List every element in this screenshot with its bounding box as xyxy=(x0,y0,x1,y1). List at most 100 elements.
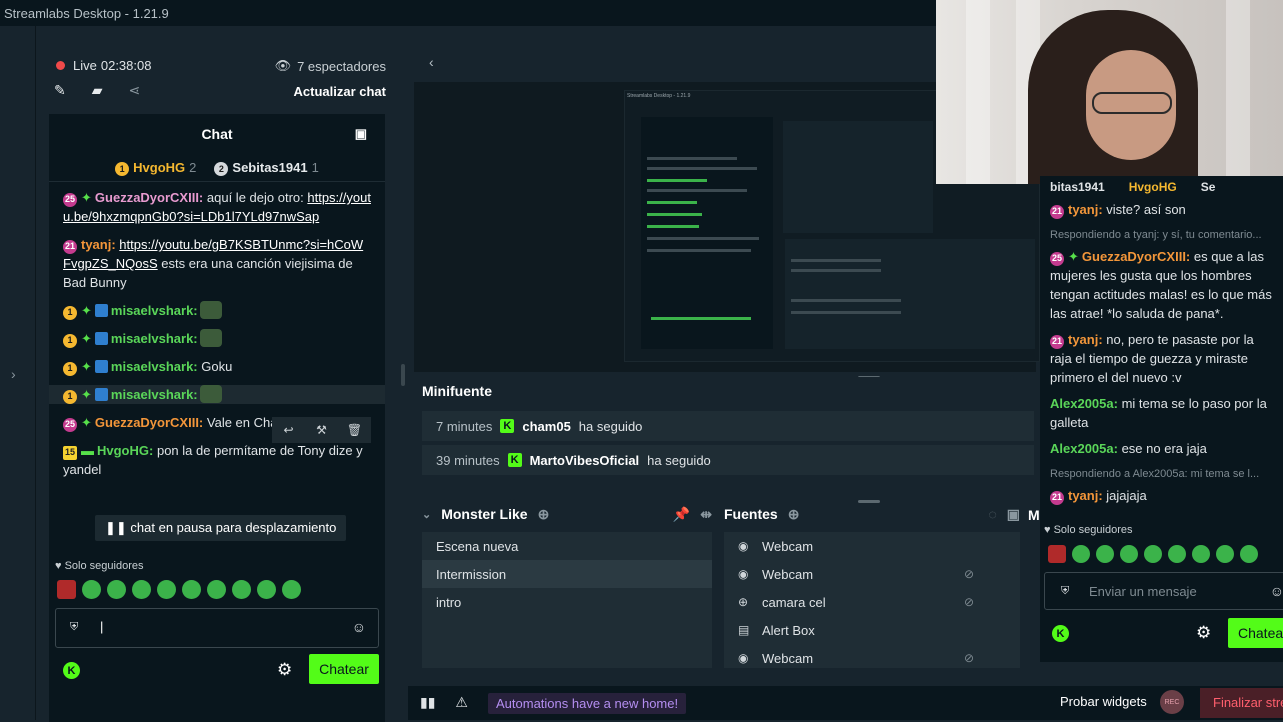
overlay-top-chatters: bitas1941 HvgoHG Se xyxy=(1050,180,1216,194)
emote-icon[interactable] xyxy=(82,580,101,599)
alert-icon: ▤ xyxy=(738,623,750,637)
sources-header: Fuentes ⊕ ◌ ▣ xyxy=(724,500,1020,528)
share-icon[interactable]: ⋖ xyxy=(129,82,141,99)
chat-message-list[interactable]: 25 ✦ GuezzaDyorCXIII: aquí le dejo otro: h… xyxy=(49,184,385,564)
popout-icon[interactable]: ▣ xyxy=(355,126,367,142)
live-time: 02:38:08 xyxy=(100,58,152,73)
source-item[interactable]: ◉ Webcam ⊘ xyxy=(724,560,1020,588)
sparkle-icon: ✦ xyxy=(81,331,92,346)
edit-icon[interactable]: ✎ xyxy=(54,82,66,99)
top-chatter[interactable]: 1 HvgoHG 2 xyxy=(115,160,196,176)
webcam-overlay xyxy=(936,0,1283,184)
automations-banner[interactable]: Automations have a new home! xyxy=(488,693,687,714)
update-chat-button[interactable]: Actualizar chat xyxy=(294,84,386,99)
chat-paused-notice[interactable]: ❚❚ chat en pausa para desplazamiento xyxy=(95,515,347,541)
chat-input[interactable]: ⛨ | ☺ xyxy=(55,608,379,648)
collapse-icon[interactable]: ⌄ xyxy=(422,508,431,521)
add-source-icon[interactable]: ⊕ xyxy=(788,506,800,523)
chat-message: 25 ✦ GuezzaDyorCXIII: aquí le dejo otro: h… xyxy=(63,190,371,224)
scene-collection-name[interactable]: Monster Like xyxy=(441,506,527,522)
emote-icon xyxy=(1216,545,1234,563)
alert-triangle-icon[interactable]: ⚠ xyxy=(455,694,468,711)
hide-icon[interactable]: ◌ xyxy=(988,506,996,522)
scene-item[interactable]: Intermission xyxy=(422,560,712,588)
kick-logo-icon: K xyxy=(63,662,80,679)
chat-header: Chat ▣ xyxy=(49,114,385,154)
camera-icon: ◉ xyxy=(738,539,749,553)
transition-icon[interactable]: ⇹ xyxy=(700,506,712,523)
emote-icon[interactable] xyxy=(57,580,76,599)
scene-item[interactable]: intro xyxy=(422,588,712,616)
source-list: ◉ Webcam ◉ Webcam ⊘ ⊕ camara cel ⊘ ▤ Alert Box… xyxy=(724,532,1020,668)
preview-panels-thumbnail xyxy=(785,239,1035,349)
source-item[interactable]: ◉ Webcam ⊘ xyxy=(724,644,1020,672)
chat-panel: Chat ▣ 1 HvgoHG 2 2 Sebitas1941 1 25 ✦ GuezzaD… xyxy=(49,114,385,722)
emoji-icon: ☺ xyxy=(1269,583,1283,599)
reply-context: Respondiendo a tyanj: y sí, tu comentari… xyxy=(1050,229,1262,241)
sources-title: Fuentes xyxy=(724,506,778,522)
top-chatter[interactable]: 2 Sebitas1941 1 xyxy=(214,160,319,176)
shield-icon: ⛨ xyxy=(70,621,79,633)
chat-title: Chat xyxy=(201,126,233,142)
emote-icon[interactable] xyxy=(282,580,301,599)
live-label: Live xyxy=(73,58,97,73)
record-button[interactable]: REC xyxy=(1160,690,1184,714)
emote-icon[interactable] xyxy=(257,580,276,599)
source-item[interactable]: ◉ Webcam xyxy=(724,532,1020,560)
viewer-count: 👁 7 espectadores xyxy=(275,58,386,74)
emote-icon[interactable] xyxy=(132,580,151,599)
gear-icon: ⚙ xyxy=(1196,623,1212,642)
end-stream-button[interactable]: Finalizar stre xyxy=(1200,688,1283,718)
folder-icon[interactable]: ▣ xyxy=(1007,506,1020,523)
sidebar-resize-handle[interactable] xyxy=(401,364,405,386)
collapse-sidebar-icon[interactable]: ‹ xyxy=(429,54,434,70)
emote-bar xyxy=(1048,545,1258,563)
stats-icon[interactable]: ▮▮ xyxy=(420,694,435,711)
emote-icon xyxy=(1120,545,1138,563)
sparkle-icon: ▬ xyxy=(81,443,94,458)
source-item[interactable]: ⊕ camara cel ⊘ xyxy=(724,588,1020,616)
send-chat-button[interactable]: Chatear xyxy=(309,654,379,684)
store-icon[interactable]: ▰ xyxy=(92,82,103,99)
feed-row[interactable]: 7 minutes K cham05 ha seguido xyxy=(422,411,1034,441)
chat-message: Alex2005a: mi tema se lo paso por la gal… xyxy=(1050,396,1267,430)
gear-icon[interactable]: ⚙ xyxy=(277,660,292,680)
kick-icon: K xyxy=(500,419,515,433)
emote-icon[interactable] xyxy=(157,580,176,599)
chat-message: 21 tyanj: viste? así son xyxy=(1050,202,1186,219)
scene-list: Escena nueva Intermission intro xyxy=(422,532,712,668)
expand-nav-icon[interactable]: › xyxy=(11,366,16,382)
kick-icon: K xyxy=(507,453,522,467)
footer-icons: ▮▮ ⚠ xyxy=(420,694,468,711)
prime-badge-icon xyxy=(94,332,108,345)
chat-message: 21 tyanj: no, pero te pasaste por la raja… xyxy=(1050,332,1254,385)
emote-image xyxy=(199,301,222,319)
mixer-title: M xyxy=(1028,507,1040,523)
emote-icon[interactable] xyxy=(182,580,201,599)
emote-icon[interactable] xyxy=(232,580,251,599)
preview-recursive-thumbnail xyxy=(783,121,933,233)
chat-message: 25 ✦ GuezzaDyorCXIII: es que a las mujeres… xyxy=(1050,249,1272,321)
source-item[interactable]: ▤ Alert Box xyxy=(724,616,1020,644)
preview-chat-thumbnail xyxy=(641,117,773,349)
delete-icon[interactable]: 🗑 xyxy=(338,417,371,443)
emote-icon xyxy=(1168,545,1186,563)
overlay-chat-panel: bitas1941 HvgoHG Se 21 tyanj: viste? así … xyxy=(1040,176,1283,662)
sparkle-icon: ✦ xyxy=(81,303,92,318)
scene-item[interactable]: Escena nueva xyxy=(422,532,712,560)
feed-row[interactable]: 39 minutes K MartoVibesOficial ha seguid… xyxy=(422,445,1034,475)
visibility-off-icon[interactable]: ⊘ xyxy=(964,567,974,581)
emote-image xyxy=(199,329,222,347)
add-scene-icon[interactable]: ⊕ xyxy=(538,506,550,523)
visibility-off-icon[interactable]: ⊘ xyxy=(964,595,974,609)
emote-icon[interactable] xyxy=(107,580,126,599)
shield-icon: ⛨ xyxy=(1061,585,1070,597)
timeout-icon[interactable]: ⚒ xyxy=(305,417,338,443)
visibility-off-icon[interactable]: ⊘ xyxy=(964,651,974,665)
message-actions: ↩ ⚒ 🗑 xyxy=(272,417,371,443)
reply-icon[interactable]: ↩ xyxy=(272,417,305,443)
pin-icon[interactable]: 📌 xyxy=(673,506,690,523)
emoji-icon[interactable]: ☺ xyxy=(352,619,366,635)
emote-icon[interactable] xyxy=(207,580,226,599)
test-widgets-button[interactable]: Probar widgets xyxy=(1060,694,1147,709)
